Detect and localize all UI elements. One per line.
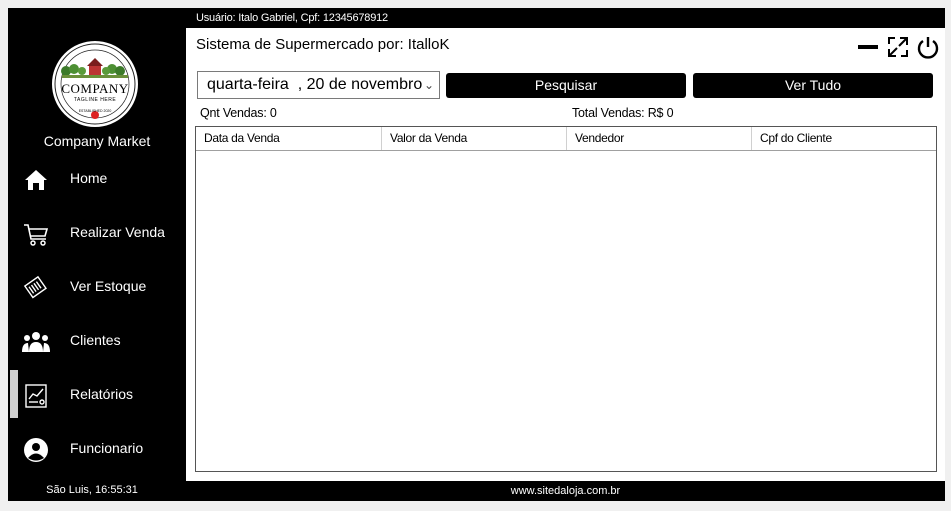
user-info-bar: Usuário: Italo Gabriel, Cpf: 12345678912 bbox=[186, 8, 945, 28]
sales-table[interactable]: Data da Venda Valor da Venda Vendedor Cp… bbox=[195, 126, 937, 472]
logo-main-text: COMPANY bbox=[61, 81, 129, 96]
logo-established: ESTABLISHED 2020 bbox=[78, 109, 112, 113]
sales-count: Qnt Vendas: 0 bbox=[200, 106, 277, 120]
sidebar-item-label: Realizar Venda bbox=[70, 224, 165, 240]
power-icon bbox=[916, 37, 940, 63]
view-all-button[interactable]: Ver Tudo bbox=[693, 73, 933, 98]
column-header-vendedor[interactable]: Vendedor bbox=[567, 127, 752, 150]
app-window: COMPANY TAGLINE HERE ESTABLISHED 2020 Co… bbox=[8, 8, 945, 501]
user-info: Usuário: Italo Gabriel, Cpf: 12345678912 bbox=[196, 12, 388, 24]
page-title: Sistema de Supermercado por: ItalloK bbox=[196, 36, 450, 53]
site-url: www.sitedaloja.com.br bbox=[510, 485, 621, 497]
expand-icon bbox=[886, 37, 910, 63]
table-header: Data da Venda Valor da Venda Vendedor Cp… bbox=[196, 127, 936, 151]
sidebar-item-ver-estoque[interactable]: Ver Estoque bbox=[8, 266, 186, 310]
clock-status: São Luis, 16:55:31 bbox=[46, 484, 138, 496]
home-icon bbox=[22, 166, 50, 194]
minimize-icon bbox=[856, 45, 880, 63]
sidebar-item-label: Funcionario bbox=[70, 440, 144, 456]
column-header-data[interactable]: Data da Venda bbox=[196, 127, 382, 150]
sidebar-item-funcionario[interactable]: Funcionario bbox=[8, 428, 186, 472]
footer-bar: www.sitedaloja.com.br bbox=[186, 481, 945, 501]
column-header-valor[interactable]: Valor da Venda bbox=[382, 127, 567, 150]
logo-tagline: TAGLINE HERE bbox=[73, 97, 117, 103]
report-icon bbox=[22, 382, 50, 410]
sidebar-item-realizar-venda[interactable]: Realizar Venda bbox=[8, 212, 186, 256]
sidebar: COMPANY TAGLINE HERE ESTABLISHED 2020 Co… bbox=[8, 8, 186, 501]
sidebar-item-home[interactable]: Home bbox=[8, 158, 186, 202]
active-indicator bbox=[10, 370, 18, 418]
minimize-button[interactable] bbox=[856, 35, 880, 59]
column-header-cpf[interactable]: Cpf do Cliente bbox=[752, 127, 936, 150]
sidebar-item-label: Ver Estoque bbox=[70, 278, 147, 294]
power-button[interactable] bbox=[916, 35, 940, 59]
sidebar-item-label: Relatórios bbox=[70, 386, 134, 402]
date-picker[interactable]: quarta-feira , 20 de novembro ⌄ bbox=[197, 71, 440, 99]
sidebar-item-label: Clientes bbox=[70, 332, 121, 348]
sidebar-item-relatorios[interactable]: Relatórios bbox=[8, 370, 186, 418]
stock-icon bbox=[22, 274, 50, 302]
search-button[interactable]: Pesquisar bbox=[446, 73, 686, 98]
clients-icon bbox=[22, 328, 50, 356]
company-name: Company Market bbox=[43, 133, 151, 149]
maximize-button[interactable] bbox=[886, 35, 910, 59]
chevron-down-icon: ⌄ bbox=[423, 78, 434, 92]
company-logo: COMPANY TAGLINE HERE ESTABLISHED 2020 bbox=[50, 39, 140, 129]
sidebar-item-clientes[interactable]: Clientes bbox=[8, 320, 186, 364]
sales-total: Total Vendas: R$ 0 bbox=[572, 106, 674, 120]
user-icon bbox=[22, 436, 50, 464]
sidebar-item-label: Home bbox=[70, 170, 108, 186]
cart-icon bbox=[22, 220, 50, 248]
date-value: quarta-feira , 20 de novembro bbox=[207, 76, 423, 93]
